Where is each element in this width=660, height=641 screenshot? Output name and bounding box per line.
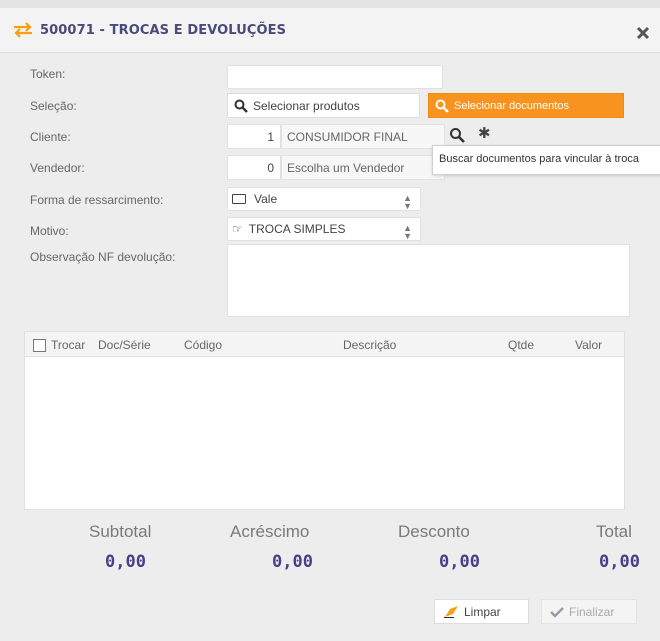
reason-select[interactable]: ☞ TROCA SIMPLES ▲ ▼ — [227, 217, 421, 241]
token-label: Token: — [30, 67, 66, 81]
eraser-icon — [444, 606, 458, 618]
token-input[interactable] — [227, 65, 443, 89]
refund-select[interactable]: Vale ▲ ▼ — [227, 187, 421, 211]
total-value: 0,00 — [599, 552, 640, 572]
select-products-button[interactable]: Selecionar produtos — [227, 93, 420, 118]
select-all-checkbox[interactable] — [33, 339, 46, 352]
col-header-valor[interactable]: Valor — [575, 338, 602, 352]
notes-textarea[interactable] — [227, 244, 630, 317]
select-arrows-icon: ▲ ▼ — [403, 223, 412, 241]
items-table-body — [24, 357, 625, 510]
dialog-title-bar: 500071 - TROCAS E DEVOLUÇÕES — [0, 8, 660, 53]
check-icon — [550, 606, 564, 618]
search-client-icon[interactable] — [449, 127, 465, 143]
select-arrows-icon: ▲ ▼ — [403, 193, 412, 211]
select-documents-button[interactable]: Selecionar documentos — [428, 93, 624, 118]
notes-label: Observação NF devolução: — [30, 250, 176, 264]
increase-label: Acréscimo — [230, 522, 310, 541]
seller-code-field[interactable]: 0 — [227, 155, 281, 180]
asterisk-icon[interactable]: ✱ — [478, 124, 491, 142]
col-header-qtde[interactable]: Qtde — [508, 338, 534, 352]
items-table-header: Trocar Doc/Série Código Descrição Qtde V… — [24, 331, 625, 357]
reason-value: TROCA SIMPLES — [248, 222, 346, 236]
col-header-codigo[interactable]: Código — [184, 338, 222, 352]
tooltip: Buscar documentos para vincular à troca — [432, 145, 660, 175]
hand-pointer-icon: ☞ — [232, 222, 243, 236]
clear-label: Limpar — [464, 604, 501, 619]
exchange-arrows-icon — [12, 22, 34, 38]
select-documents-label: Selecionar documentos — [454, 99, 569, 112]
reason-label: Motivo: — [30, 224, 69, 238]
seller-name-field: Escolha um Vendedor — [281, 155, 445, 180]
client-code-field[interactable]: 1 — [227, 124, 281, 149]
discount-label: Desconto — [398, 522, 470, 541]
increase-value: 0,00 — [272, 552, 313, 572]
discount-value: 0,00 — [439, 552, 480, 572]
background-app-strip — [0, 0, 660, 8]
selection-label: Seleção: — [30, 99, 77, 113]
seller-label: Vendedor: — [30, 161, 85, 175]
col-header-trocar[interactable]: Trocar — [51, 338, 85, 352]
refund-value: Vale — [254, 192, 278, 206]
cash-icon — [232, 194, 246, 204]
search-icon — [435, 99, 449, 113]
col-header-descricao[interactable]: Descrição — [343, 338, 396, 352]
search-icon — [234, 99, 248, 113]
finish-label: Finalizar — [569, 604, 615, 619]
clear-button[interactable]: Limpar — [434, 599, 529, 624]
subtotal-label: Subtotal — [89, 522, 152, 541]
subtotal-value: 0,00 — [105, 552, 146, 572]
finish-button[interactable]: Finalizar — [541, 599, 637, 624]
refund-label: Forma de ressarcimento: — [30, 193, 164, 207]
total-label: Total — [596, 522, 632, 541]
dialog-title: 500071 - TROCAS E DEVOLUÇÕES — [40, 23, 287, 38]
client-name-field: CONSUMIDOR FINAL — [281, 124, 445, 149]
close-icon[interactable] — [636, 26, 650, 40]
col-header-doc-serie[interactable]: Doc/Série — [98, 338, 151, 352]
select-products-label: Selecionar produtos — [253, 98, 360, 113]
client-label: Cliente: — [30, 130, 71, 144]
